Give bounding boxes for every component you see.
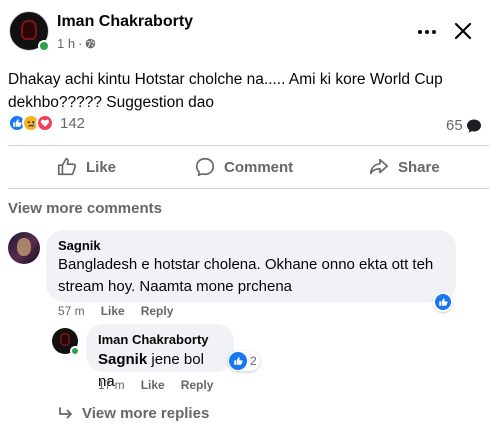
share-label: Share [398, 158, 440, 176]
close-icon[interactable] [452, 20, 474, 42]
reply-bubble: Iman Chakraborty Sagnik jene bol na [86, 324, 234, 390]
comment-bubble: Sagnik Bangladesh e hotstar cholena. Okh… [46, 230, 456, 302]
reply-reply-link[interactable]: Reply [181, 378, 214, 392]
view-more-replies-link[interactable]: View more replies [58, 405, 209, 422]
comment-text: Bangladesh e hotstar cholena. Okhane onn… [58, 256, 434, 295]
like-button[interactable]: Like [56, 147, 116, 187]
post-time[interactable]: 1 h [57, 36, 75, 51]
globe-icon [86, 38, 96, 49]
view-more-comments-link[interactable]: View more comments [8, 200, 162, 217]
divider [8, 188, 489, 189]
comment-label: Comment [224, 158, 294, 176]
share-icon [369, 158, 389, 175]
reactions-summary[interactable]: 142 [8, 114, 85, 132]
comment-count[interactable]: 65 [446, 117, 482, 134]
divider [8, 145, 489, 146]
comment-reply-link[interactable]: Reply [141, 304, 174, 318]
meta-separator: · [78, 36, 83, 51]
author-avatar[interactable] [9, 11, 50, 52]
reply-like-link[interactable]: Like [141, 378, 165, 392]
love-reaction-icon [36, 114, 54, 132]
reply-reactions[interactable]: 2 [228, 351, 260, 371]
reply-like-reaction-icon [229, 352, 247, 370]
like-icon [57, 157, 77, 176]
reply-arrow-icon [59, 406, 72, 418]
reply-time[interactable]: 17 m [98, 378, 125, 392]
reply-reaction-count: 2 [250, 354, 257, 368]
comment-count-value: 65 [446, 117, 463, 134]
post-author-name[interactable]: Iman Chakraborty [57, 13, 193, 31]
action-bar: Like Comment Share [0, 147, 497, 187]
share-button[interactable]: Share [368, 147, 440, 187]
reply-mention[interactable]: Sagnik [98, 351, 147, 368]
reply-meta: 17 m Like Reply [98, 378, 213, 392]
comment-time[interactable]: 57 m [58, 304, 85, 318]
reaction-count: 142 [60, 114, 86, 132]
view-more-replies-label: View more replies [82, 405, 210, 422]
comment-like-link[interactable]: Like [101, 304, 125, 318]
comment-icon [195, 157, 215, 177]
comment-bubble-icon [466, 119, 481, 133]
comment-button[interactable]: Comment [194, 147, 293, 187]
online-status-icon [38, 40, 50, 52]
post-meta: 1 h · [57, 36, 96, 51]
like-label: Like [86, 158, 117, 176]
post-text: Dhakay achi kintu Hotstar cholche na....… [8, 71, 443, 111]
comment-meta: 57 m Like Reply [58, 304, 173, 318]
reply-author[interactable]: Iman Chakraborty [98, 332, 222, 347]
more-options-icon[interactable] [418, 22, 440, 42]
commenter-avatar[interactable] [8, 232, 40, 264]
online-status-icon [70, 346, 80, 356]
comment-author[interactable]: Sagnik [58, 238, 444, 253]
post-header: Iman Chakraborty 1 h · [0, 0, 497, 60]
comment-like-reaction-icon[interactable] [433, 292, 453, 312]
